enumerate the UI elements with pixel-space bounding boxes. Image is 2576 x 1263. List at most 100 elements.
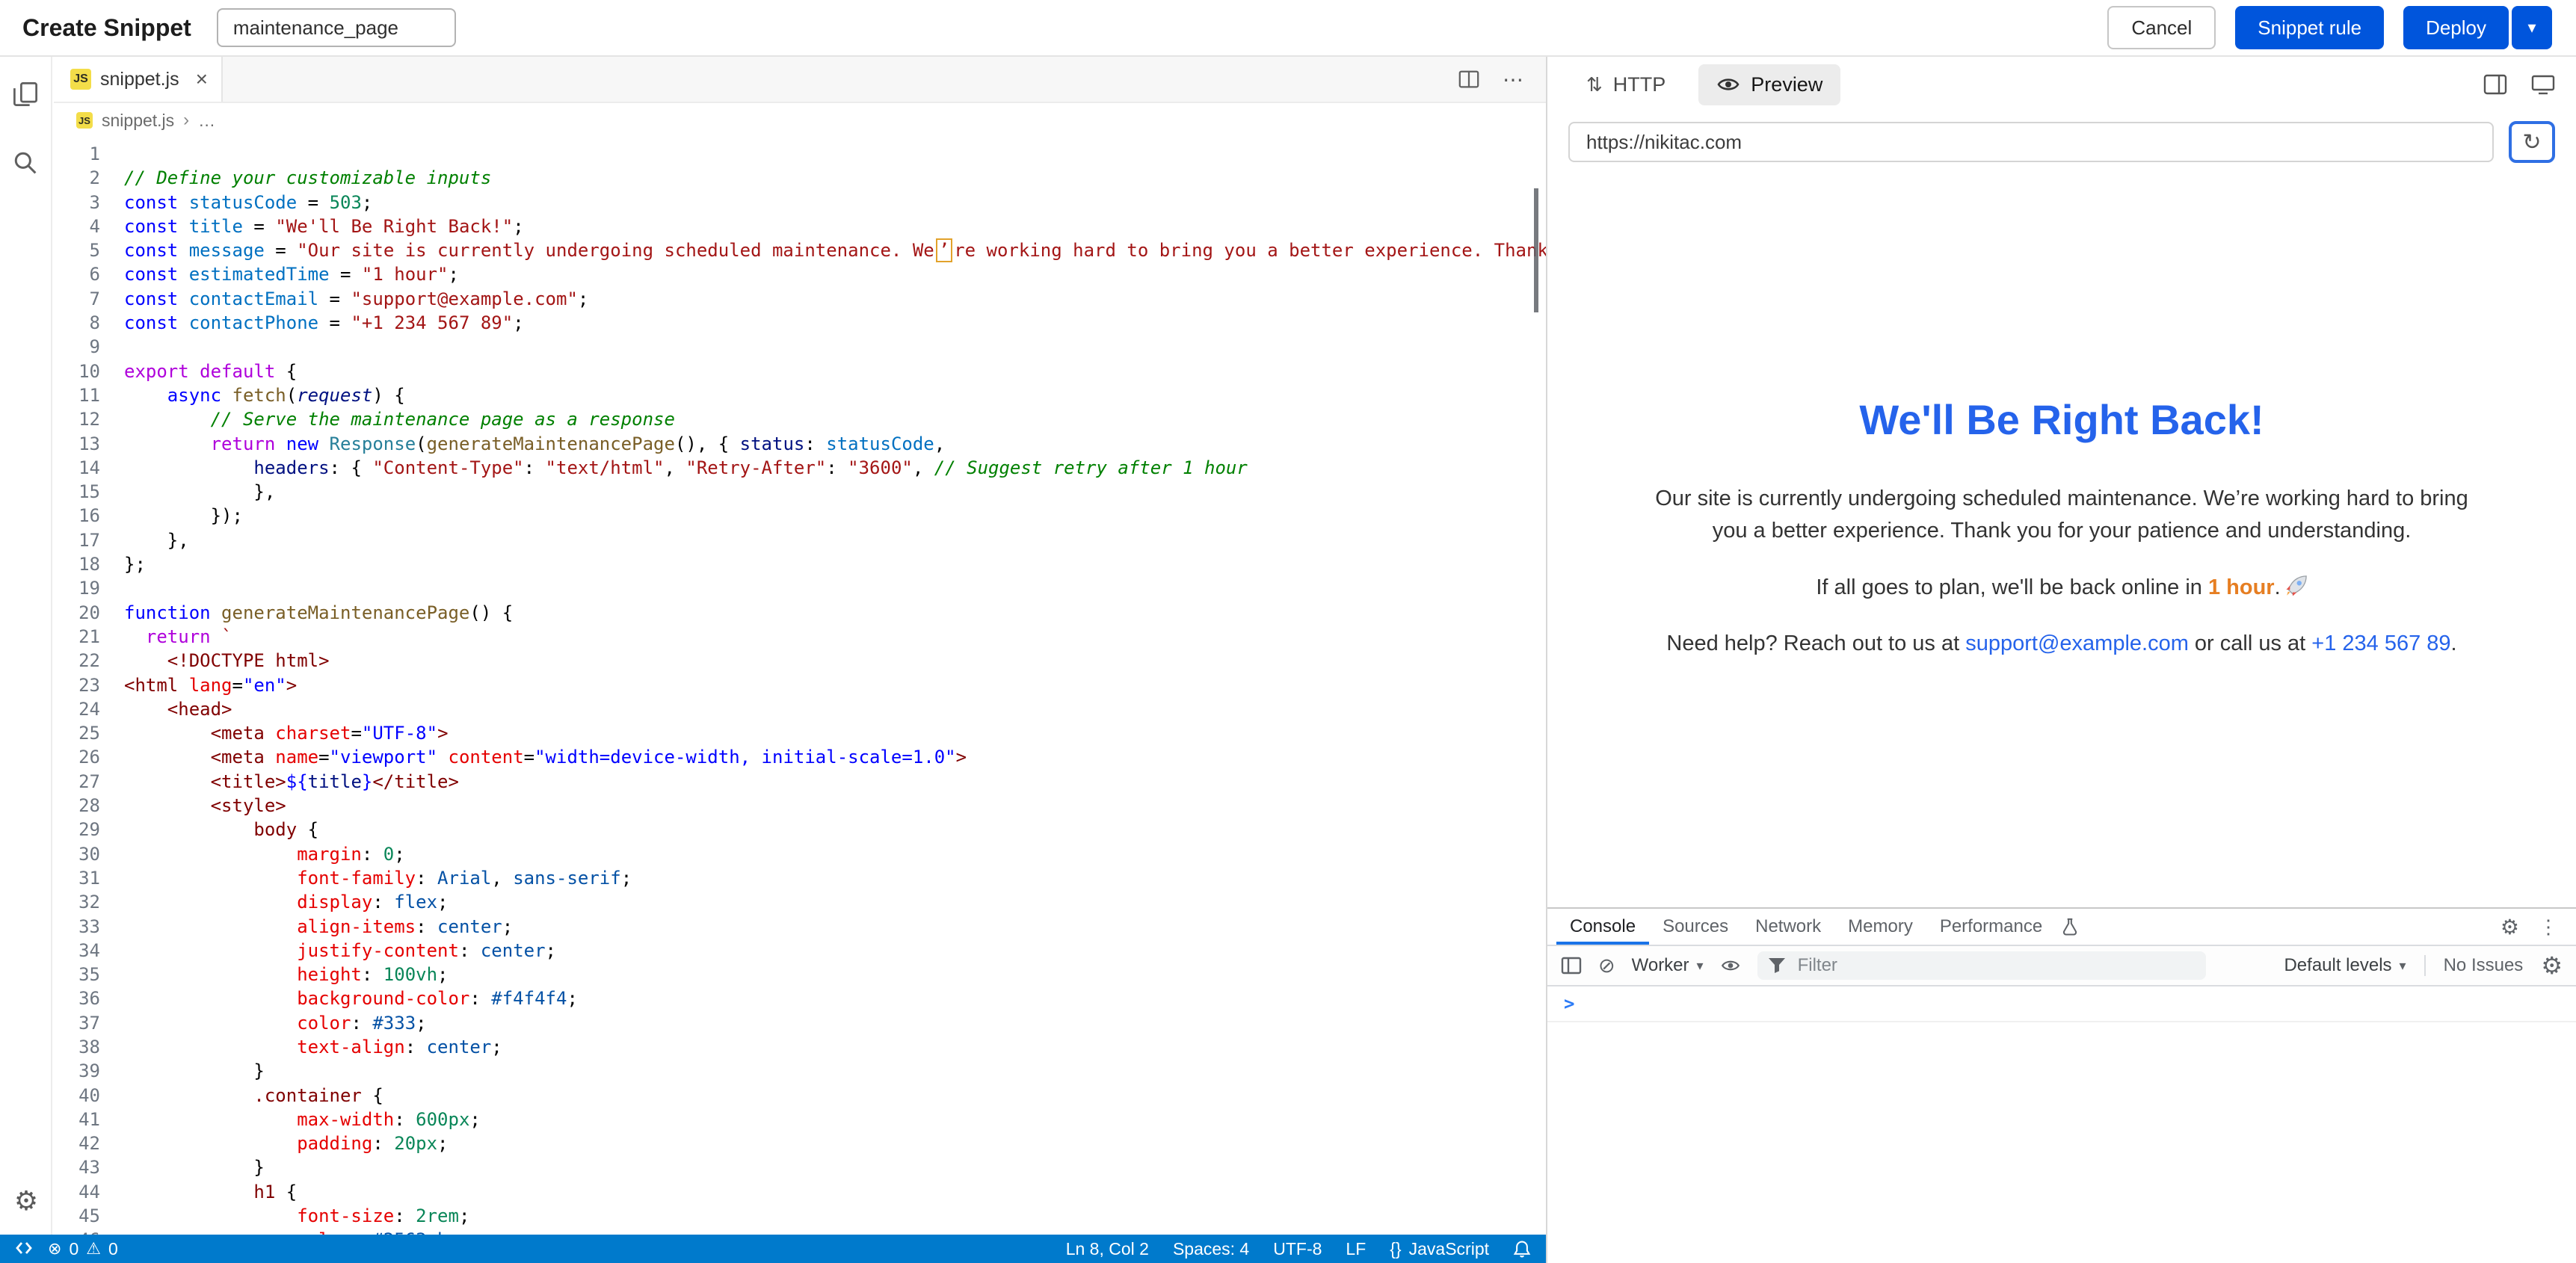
tab-snippet-js[interactable]: JS snippet.js × bbox=[54, 57, 223, 102]
code-line[interactable]: 16 }); bbox=[54, 504, 1546, 528]
snippet-name-input[interactable] bbox=[217, 8, 456, 47]
code-line[interactable]: 22 <!DOCTYPE html> bbox=[54, 649, 1546, 673]
code-line[interactable]: 2// Define your customizable inputs bbox=[54, 166, 1546, 190]
devtools-settings-gear-icon[interactable]: ⚙ bbox=[2500, 915, 2519, 939]
more-actions-icon[interactable]: ⋯ bbox=[1503, 67, 1525, 92]
devtools-tab-memory[interactable]: Memory bbox=[1834, 909, 1926, 945]
code-editor[interactable]: 12// Define your customizable inputs3con… bbox=[54, 138, 1546, 1235]
code-line[interactable]: 28 <style> bbox=[54, 794, 1546, 818]
devtools-tab-console[interactable]: Console bbox=[1556, 909, 1649, 945]
encoding-setting[interactable]: UTF-8 bbox=[1273, 1239, 1322, 1259]
files-icon[interactable] bbox=[7, 78, 43, 111]
tab-preview[interactable]: Preview bbox=[1698, 64, 1840, 105]
context-selector[interactable]: Worker ▾ bbox=[1632, 955, 1704, 976]
snippet-rule-button[interactable]: Snippet rule bbox=[2235, 6, 2384, 49]
language-mode[interactable]: {} JavaScript bbox=[1390, 1239, 1489, 1259]
code-line[interactable]: 5const message = "Our site is currently … bbox=[54, 238, 1546, 262]
tab-http[interactable]: ⇅ HTTP bbox=[1568, 64, 1683, 105]
settings-gear-icon[interactable]: ⚙ bbox=[0, 1185, 52, 1217]
code-line[interactable]: 38 text-align: center; bbox=[54, 1035, 1546, 1059]
console-output[interactable]: > bbox=[1547, 986, 2576, 1263]
deploy-button[interactable]: Deploy bbox=[2403, 6, 2509, 49]
code-line[interactable]: 17 }, bbox=[54, 528, 1546, 552]
kebab-menu-icon[interactable]: ⋮ bbox=[2539, 915, 2558, 939]
notifications-bell-icon[interactable] bbox=[1513, 1239, 1531, 1259]
phone-link[interactable]: +1 234 567 89 bbox=[2311, 632, 2450, 655]
code-line[interactable]: 9 bbox=[54, 335, 1546, 359]
code-line[interactable]: 14 headers: { "Content-Type": "text/html… bbox=[54, 456, 1546, 480]
code-line[interactable]: 26 <meta name="viewport" content="width=… bbox=[54, 745, 1546, 769]
eol-setting[interactable]: LF bbox=[1346, 1239, 1366, 1259]
code-line[interactable]: 46 color: #2563eb; bbox=[54, 1228, 1546, 1235]
issues-counter[interactable]: No Issues bbox=[2444, 955, 2524, 976]
breadcrumb[interactable]: JS snippet.js › … bbox=[54, 103, 1546, 138]
split-panel-icon[interactable] bbox=[2483, 74, 2507, 95]
code-line[interactable]: 12 // Serve the maintenance page as a re… bbox=[54, 407, 1546, 431]
code-line[interactable]: 39 } bbox=[54, 1059, 1546, 1083]
devtools-tab-network[interactable]: Network bbox=[1742, 909, 1834, 945]
code-line[interactable]: 41 max-width: 600px; bbox=[54, 1108, 1546, 1131]
live-expression-eye-icon[interactable] bbox=[1720, 958, 1741, 973]
filter-input[interactable] bbox=[1795, 954, 2196, 978]
code-line[interactable]: 10export default { bbox=[54, 359, 1546, 383]
code-line[interactable]: 20function generateMaintenancePage() { bbox=[54, 601, 1546, 625]
code-line[interactable]: 4const title = "We'll Be Right Back!"; bbox=[54, 214, 1546, 238]
code-line[interactable]: 34 justify-content: center; bbox=[54, 939, 1546, 963]
clear-console-icon[interactable]: ⊘ bbox=[1598, 954, 1615, 978]
code-line[interactable]: 31 font-family: Arial, sans-serif; bbox=[54, 866, 1546, 890]
code-line[interactable]: 43 } bbox=[54, 1155, 1546, 1179]
code-line[interactable]: 6const estimatedTime = "1 hour"; bbox=[54, 262, 1546, 286]
code-line[interactable]: 7const contactEmail = "support@example.c… bbox=[54, 287, 1546, 311]
devtools-tab-performance[interactable]: Performance bbox=[1926, 909, 2056, 945]
code-line[interactable]: 15 }, bbox=[54, 480, 1546, 504]
code-line[interactable]: 25 <meta charset="UTF-8"> bbox=[54, 721, 1546, 745]
url-input[interactable] bbox=[1568, 122, 2494, 162]
breadcrumb-file[interactable]: snippet.js bbox=[102, 111, 174, 131]
split-editor-icon[interactable] bbox=[1458, 68, 1480, 90]
code-line[interactable]: 29 body { bbox=[54, 818, 1546, 842]
code-line[interactable]: 44 h1 { bbox=[54, 1180, 1546, 1204]
code-line[interactable]: 3const statusCode = 503; bbox=[54, 191, 1546, 214]
code-line[interactable]: 32 display: flex; bbox=[54, 890, 1546, 914]
log-levels-selector[interactable]: Default levels ▾ bbox=[2284, 955, 2406, 976]
code-line[interactable]: 18}; bbox=[54, 552, 1546, 576]
console-sidebar-icon[interactable] bbox=[1561, 957, 1582, 975]
code-line[interactable]: 27 <title>${title}</title> bbox=[54, 770, 1546, 794]
search-icon[interactable] bbox=[7, 146, 43, 179]
code-line[interactable]: 23<html lang="en"> bbox=[54, 673, 1546, 697]
close-icon[interactable]: × bbox=[196, 69, 208, 90]
console-prompt[interactable]: > bbox=[1564, 993, 1574, 1014]
device-icon[interactable] bbox=[2531, 74, 2555, 95]
console-prompt-row[interactable]: > bbox=[1547, 986, 2576, 1022]
experiments-flask-icon[interactable] bbox=[2062, 909, 2078, 945]
code-line[interactable]: 8const contactPhone = "+1 234 567 89"; bbox=[54, 311, 1546, 335]
code-line[interactable]: 19 bbox=[54, 576, 1546, 600]
refresh-button[interactable]: ↻ bbox=[2509, 121, 2555, 163]
code-text: }, bbox=[124, 480, 275, 504]
line-number: 12 bbox=[54, 407, 124, 431]
code-line[interactable]: 45 font-size: 2rem; bbox=[54, 1204, 1546, 1228]
code-line[interactable]: 24 <head> bbox=[54, 697, 1546, 721]
code-line[interactable]: 37 color: #333; bbox=[54, 1011, 1546, 1035]
indentation-setting[interactable]: Spaces: 4 bbox=[1173, 1239, 1249, 1259]
code-line[interactable]: 35 height: 100vh; bbox=[54, 963, 1546, 986]
cursor-position[interactable]: Ln 8, Col 2 bbox=[1066, 1239, 1149, 1259]
remote-indicator-icon[interactable] bbox=[15, 1241, 33, 1257]
devtools-tab-sources[interactable]: Sources bbox=[1649, 909, 1742, 945]
code-line[interactable]: 21 return ` bbox=[54, 625, 1546, 649]
code-line[interactable]: 33 align-items: center; bbox=[54, 915, 1546, 939]
code-line[interactable]: 36 background-color: #f4f4f4; bbox=[54, 986, 1546, 1010]
breadcrumb-more[interactable]: … bbox=[198, 111, 215, 131]
code-line[interactable]: 42 padding: 20px; bbox=[54, 1131, 1546, 1155]
problems-indicator[interactable]: ⊗ 0 ⚠ 0 bbox=[48, 1239, 118, 1259]
code-line[interactable]: 13 return new Response(generateMaintenan… bbox=[54, 432, 1546, 456]
console-settings-gear-icon[interactable]: ⚙ bbox=[2541, 951, 2563, 980]
code-line[interactable]: 1 bbox=[54, 142, 1546, 166]
editor-scrollbar[interactable] bbox=[1534, 188, 1538, 312]
cancel-button[interactable]: Cancel bbox=[2107, 6, 2216, 49]
support-email-link[interactable]: support@example.com bbox=[1965, 632, 2189, 655]
code-line[interactable]: 30 margin: 0; bbox=[54, 842, 1546, 866]
code-line[interactable]: 11 async fetch(request) { bbox=[54, 383, 1546, 407]
code-line[interactable]: 40 .container { bbox=[54, 1084, 1546, 1108]
deploy-dropdown-button[interactable]: ▾ bbox=[2512, 6, 2552, 49]
